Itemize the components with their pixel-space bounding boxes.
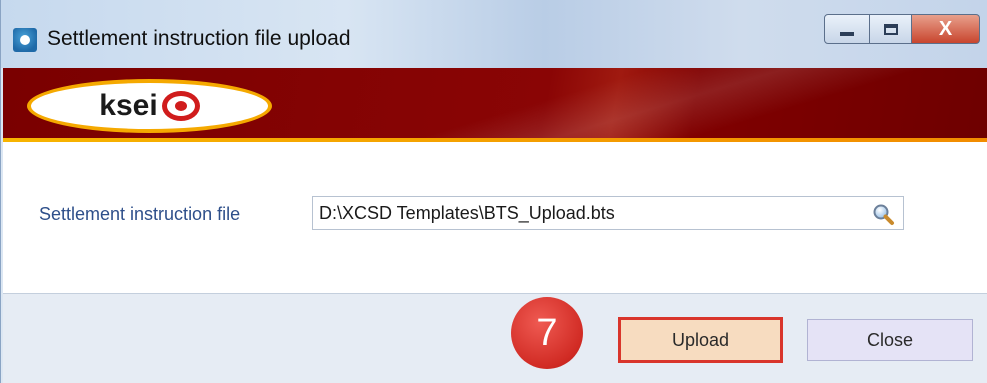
button-bar: 7 Upload Close <box>3 293 987 383</box>
step-number-badge: 7 <box>511 297 583 369</box>
settlement-file-field[interactable]: D:\XCSD Templates\BTS_Upload.bts <box>312 196 904 230</box>
form-area: Settlement instruction file D:\XCSD Temp… <box>3 142 987 293</box>
settlement-file-value: D:\XCSD Templates\BTS_Upload.bts <box>319 203 615 223</box>
window-title: Settlement instruction file upload <box>47 27 351 50</box>
settlement-file-label: Settlement instruction file <box>39 204 241 224</box>
upload-dialog-window: Settlement instruction file upload X kse… <box>0 0 987 383</box>
minimize-button[interactable] <box>824 14 870 44</box>
banner-sheen <box>342 68 944 142</box>
magnifier-icon <box>873 204 894 225</box>
minimize-icon <box>840 32 854 36</box>
header-banner: ksei <box>3 68 987 142</box>
app-icon <box>13 28 37 52</box>
window-controls: X <box>824 14 980 46</box>
title-bar[interactable]: Settlement instruction file upload X <box>1 0 987 68</box>
close-icon: X <box>938 17 953 40</box>
logo-text: ksei <box>99 89 158 122</box>
browse-button[interactable] <box>871 202 895 226</box>
maximize-button[interactable] <box>870 14 912 44</box>
ksei-logo: ksei <box>27 79 272 133</box>
maximize-icon <box>883 23 898 35</box>
close-button[interactable]: Close <box>807 319 973 361</box>
close-window-button[interactable]: X <box>912 14 980 44</box>
upload-button[interactable]: Upload <box>618 317 783 363</box>
logo-mark-icon <box>161 91 200 121</box>
